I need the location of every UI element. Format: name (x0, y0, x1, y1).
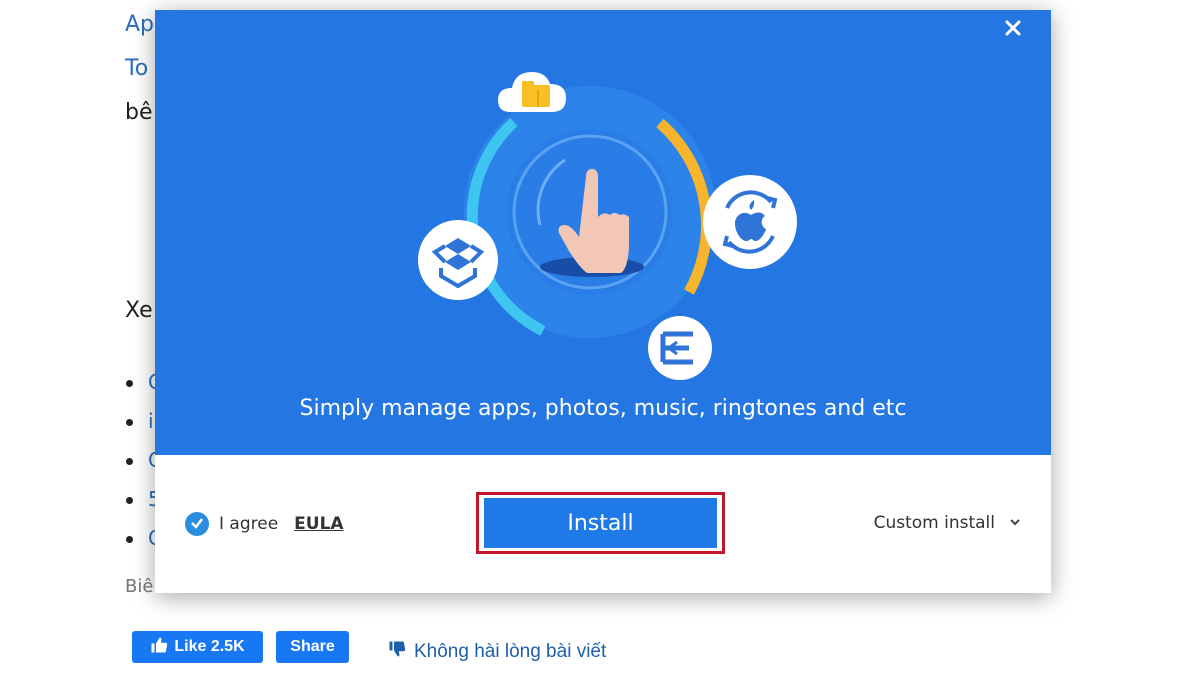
close-icon (1004, 19, 1022, 41)
list-bullet (126, 497, 133, 504)
facebook-like-button[interactable]: Like 2.5K (132, 631, 263, 663)
custom-install-dropdown[interactable]: Custom install (874, 513, 1021, 533)
agree-checkbox[interactable] (185, 512, 209, 536)
eu-app-icon (648, 316, 712, 380)
hero-banner: Simply manage apps, photos, music, ringt… (155, 10, 1051, 455)
like-label: Like 2.5K (174, 638, 245, 655)
install-button[interactable]: Install (484, 498, 717, 548)
list-bullet (126, 380, 133, 387)
eula-agreement: I agree EULA (185, 512, 344, 536)
custom-install-label: Custom install (873, 513, 995, 533)
agree-label: I agree (219, 514, 279, 534)
dialog-footer: I agree EULA Install Custom install (155, 455, 1051, 593)
chevron-down-icon (1009, 513, 1021, 533)
list-bullet (126, 458, 133, 465)
hero-illustration (418, 72, 797, 380)
check-icon (190, 515, 204, 534)
list-bullet (126, 536, 133, 543)
apple-sync-icon (703, 175, 797, 269)
tagline-text: Simply manage apps, photos, music, ringt… (299, 396, 907, 421)
list-item-link[interactable]: i (148, 409, 154, 433)
caption-fragment: Biê (125, 576, 154, 597)
facebook-share-button[interactable]: Share (276, 631, 349, 663)
article-link-fragment[interactable]: To (125, 56, 148, 81)
article-text-fragment: bê (125, 100, 153, 125)
dislike-article-link[interactable]: Không hài lòng bài viết (388, 640, 606, 664)
list-bullet (126, 419, 133, 426)
cloud-folder-icon (498, 72, 566, 112)
article-text-fragment: Xe (125, 298, 153, 323)
eula-link[interactable]: EULA (294, 514, 343, 534)
close-button[interactable] (995, 12, 1031, 48)
article-link-fragment[interactable]: Ap (125, 12, 154, 37)
dislike-label: Không hài lòng bài viết (414, 641, 607, 662)
dropbox-icon (418, 220, 498, 300)
thumbs-down-icon (388, 640, 406, 664)
installer-dialog: Simply manage apps, photos, music, ringt… (155, 10, 1051, 593)
thumbs-up-icon (150, 636, 168, 659)
